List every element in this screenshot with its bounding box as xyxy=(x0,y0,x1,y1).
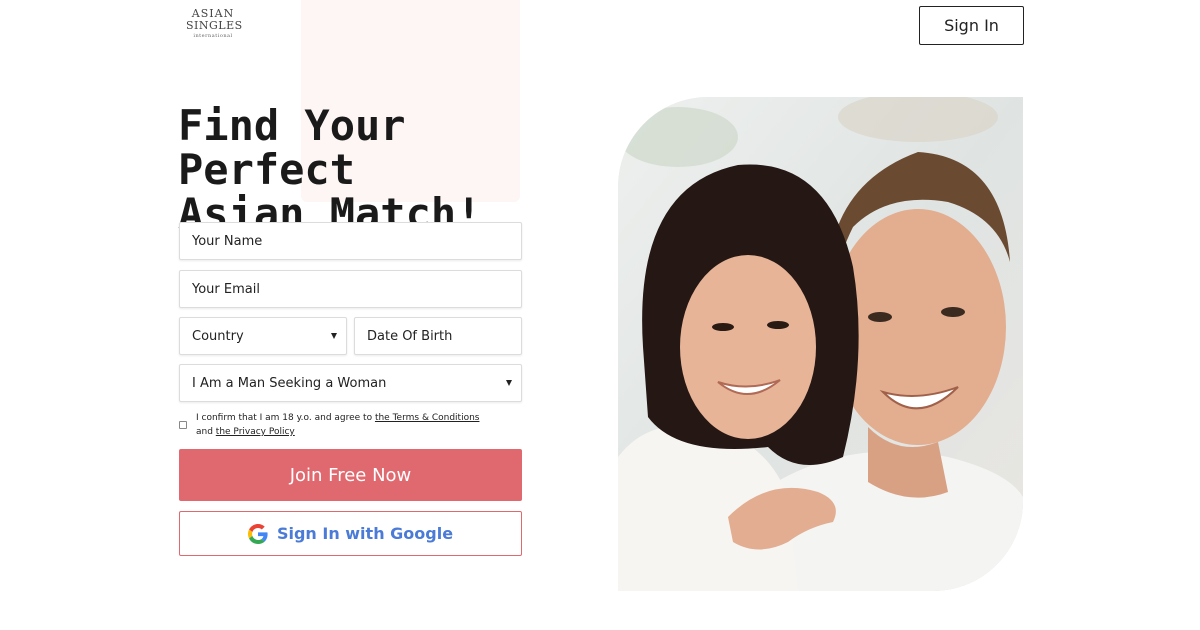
sign-in-button[interactable]: Sign In xyxy=(919,6,1024,45)
country-select[interactable]: Country xyxy=(179,317,347,355)
google-sign-in-button[interactable]: Sign In with Google xyxy=(179,511,522,556)
terms-link[interactable]: the Terms & Conditions xyxy=(375,413,480,423)
headline-line-1: Find Your Perfect xyxy=(178,101,406,194)
email-input[interactable]: Your Email xyxy=(179,270,522,308)
name-input[interactable]: Your Name xyxy=(179,222,522,260)
name-placeholder: Your Name xyxy=(192,233,263,249)
email-placeholder: Your Email xyxy=(192,281,260,297)
consent-prefix: I confirm that I am 18 y.o. and agree to xyxy=(196,413,375,423)
google-button-label: Sign In with Google xyxy=(276,524,454,543)
page-title: Find Your Perfect Asian Match! xyxy=(178,104,598,236)
site-logo[interactable]: ASIAN SINGLES international xyxy=(186,8,243,40)
couple-illustration xyxy=(618,97,1023,591)
consent-row: I confirm that I am 18 y.o. and agree to… xyxy=(179,411,499,439)
chevron-down-icon xyxy=(506,380,512,386)
logo-line-2: SINGLES xyxy=(186,19,243,32)
privacy-link[interactable]: the Privacy Policy xyxy=(216,427,295,437)
logo-line-3: international xyxy=(193,33,233,39)
consent-text: I confirm that I am 18 y.o. and agree to… xyxy=(179,411,499,439)
date-of-birth-input[interactable]: Date Of Birth xyxy=(354,317,522,355)
consent-mid: and xyxy=(196,427,216,437)
chevron-down-icon xyxy=(331,333,337,339)
dob-placeholder: Date Of Birth xyxy=(367,328,453,344)
seeking-value: I Am a Man Seeking a Woman xyxy=(192,375,387,391)
consent-checkbox[interactable] xyxy=(179,421,187,429)
google-g-icon xyxy=(247,523,268,544)
couple-photo xyxy=(618,97,1023,591)
join-free-button[interactable]: Join Free Now xyxy=(179,449,522,501)
country-label: Country xyxy=(192,328,244,344)
seeking-select[interactable]: I Am a Man Seeking a Woman xyxy=(179,364,522,402)
